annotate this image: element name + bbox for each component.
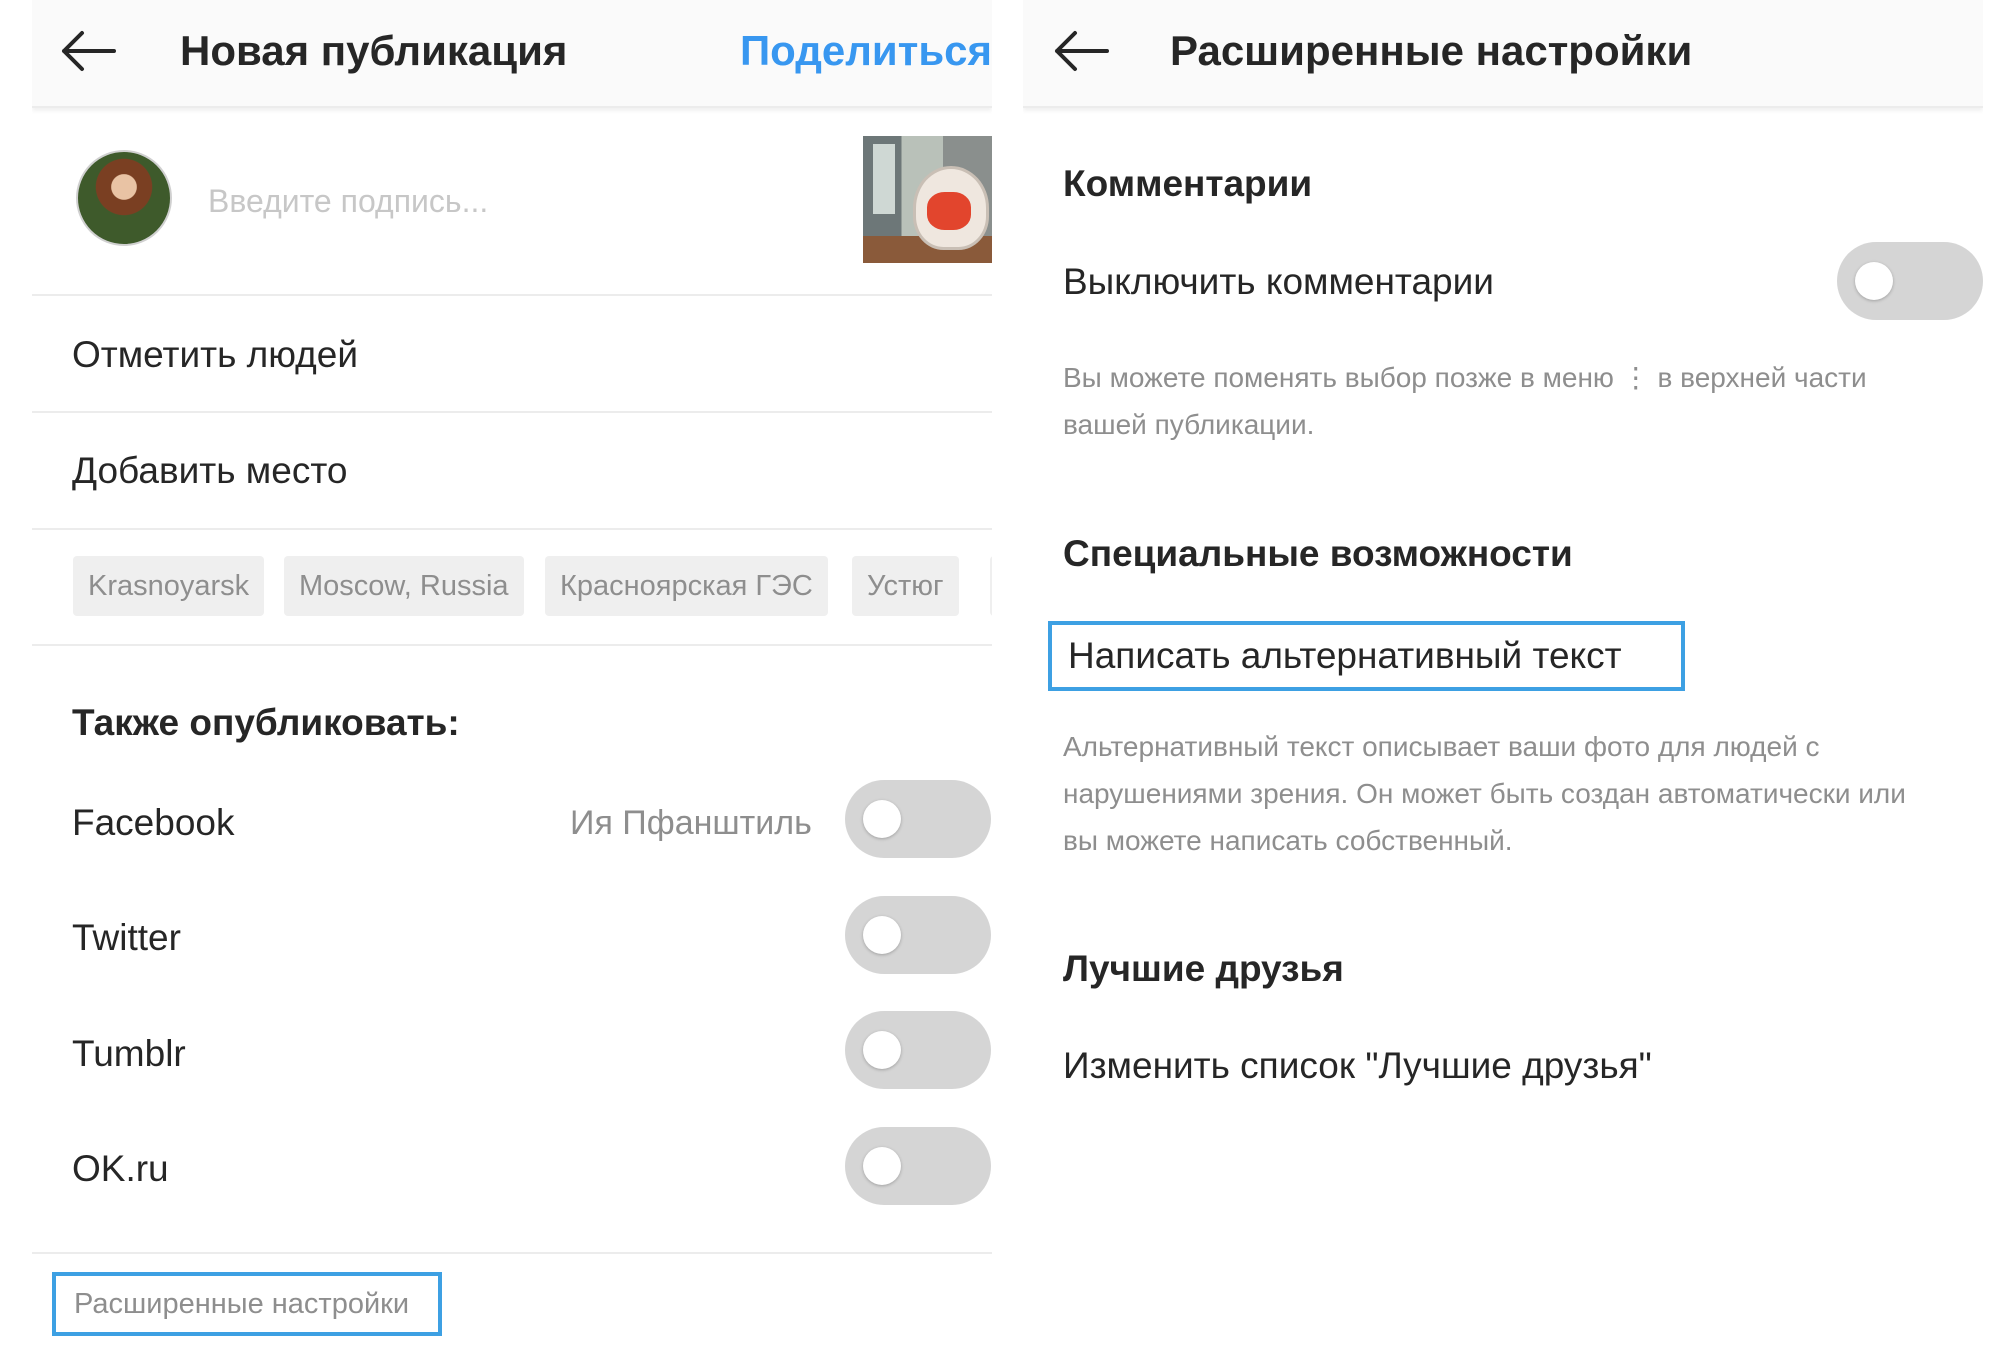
facebook-share-toggle[interactable]: [845, 780, 991, 858]
location-chip-next[interactable]: [990, 556, 992, 616]
tumblr-label: Tumblr: [72, 1033, 186, 1074]
location-chip-moscow[interactable]: Moscow, Russia: [284, 556, 524, 616]
alt-text-note: Альтернативный текст описывает ваши фото…: [1063, 723, 1963, 864]
disable-comments-toggle[interactable]: [1837, 242, 1983, 320]
close-friends-section-title: Лучшие друзья: [1063, 948, 1344, 989]
location-chip-ustyug[interactable]: Устюг: [852, 556, 959, 616]
write-alt-text-button[interactable]: Написать альтернативный текст: [1048, 621, 1685, 691]
alt-text-note-line: нарушениями зрения. Он может быть создан…: [1063, 778, 1906, 809]
toggle-knob: [863, 800, 901, 838]
advanced-settings-link[interactable]: Расширенные настройки: [52, 1272, 442, 1336]
location-chip-krasnoyarsk-hpp[interactable]: Красноярская ГЭС: [545, 556, 828, 616]
caption-input[interactable]: [208, 176, 668, 226]
disable-comments-label: Выключить комментарии: [1063, 261, 1494, 302]
tag-people-button[interactable]: Отметить людей: [72, 331, 358, 379]
divider: [32, 1252, 992, 1254]
advanced-settings-screen: Расширенные настройки Комментарии Выключ…: [1023, 0, 1983, 1350]
facebook-label: Facebook: [72, 802, 235, 843]
toggle-knob: [863, 916, 901, 954]
alt-text-note-line: вы можете написать собственный.: [1063, 825, 1513, 856]
post-thumbnail[interactable]: [863, 136, 992, 263]
comments-note-line: вашей публикации.: [1063, 409, 1315, 440]
toggle-knob: [1855, 262, 1893, 300]
twitter-label: Twitter: [72, 917, 181, 958]
okru-label: OK.ru: [72, 1148, 169, 1189]
divider: [32, 528, 992, 530]
twitter-share-toggle[interactable]: [845, 896, 991, 974]
back-arrow-icon[interactable]: [58, 26, 118, 76]
page-title: Расширенные настройки: [1170, 27, 1693, 74]
divider: [32, 644, 992, 646]
advanced-settings-header: Расширенные настройки: [1023, 0, 1983, 108]
facebook-account-name: Ия Пфанштиль: [570, 804, 812, 842]
new-post-screen: Новая публикация Поделиться Отметить люд…: [32, 0, 992, 1350]
accessibility-section-title: Специальные возможности: [1063, 533, 1573, 574]
comments-note-line: Вы можете поменять выбор позже в меню ⋮ …: [1063, 362, 1867, 393]
okru-share-toggle[interactable]: [845, 1127, 991, 1205]
share-button[interactable]: Поделиться: [740, 24, 992, 78]
toggle-knob: [863, 1147, 901, 1185]
new-post-header: Новая публикация Поделиться: [32, 0, 992, 108]
toggle-knob: [863, 1031, 901, 1069]
comments-section-title: Комментарии: [1063, 163, 1313, 204]
edit-close-friends-button[interactable]: Изменить список "Лучшие друзья": [1063, 1042, 1652, 1090]
divider: [32, 294, 992, 296]
alt-text-note-line: Альтернативный текст описывает ваши фото…: [1063, 731, 1820, 762]
also-share-title: Также опубликовать:: [72, 702, 460, 743]
location-chip-krasnoyarsk[interactable]: Krasnoyarsk: [73, 556, 265, 616]
add-location-button[interactable]: Добавить место: [72, 447, 347, 495]
comments-note: Вы можете поменять выбор позже в меню ⋮ …: [1063, 354, 1963, 448]
tumblr-share-toggle[interactable]: [845, 1011, 991, 1089]
back-arrow-icon[interactable]: [1051, 26, 1111, 76]
page-title: Новая публикация: [180, 27, 568, 74]
avatar: [76, 150, 172, 246]
divider: [32, 411, 992, 413]
